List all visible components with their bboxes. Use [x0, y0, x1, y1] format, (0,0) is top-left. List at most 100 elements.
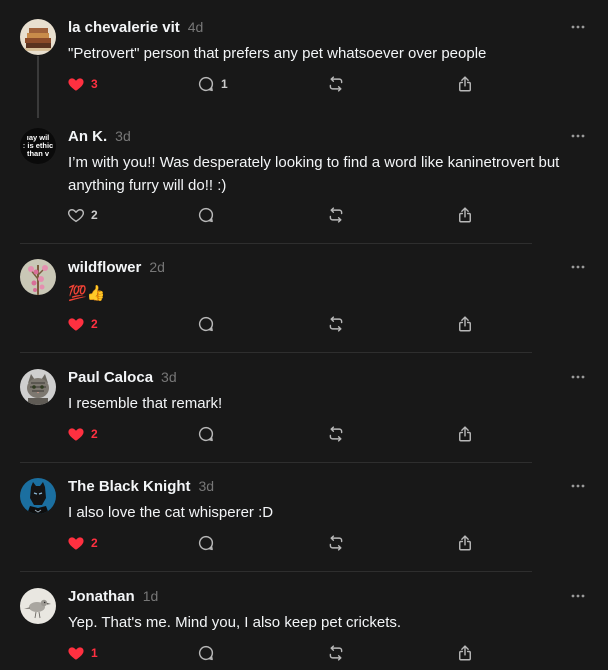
- action-bar: 2: [60, 203, 580, 227]
- heart-icon: [67, 206, 85, 224]
- reply-text: 💯👍: [68, 285, 106, 302]
- share-icon: [456, 75, 474, 93]
- repost-button[interactable]: [327, 72, 345, 96]
- heart-icon: [67, 315, 85, 333]
- comment-icon: [197, 206, 215, 224]
- like-button[interactable]: 2: [67, 422, 98, 446]
- reply-text: I resemble that remark!: [68, 395, 223, 412]
- action-bar: 2: [60, 312, 580, 336]
- share-icon: [456, 315, 474, 333]
- repost-button[interactable]: [327, 531, 345, 555]
- thread-connector-line: [37, 56, 39, 118]
- username[interactable]: Jonathan: [68, 588, 135, 605]
- reply-header: The Black Knight 3d: [68, 478, 214, 500]
- action-bar: 2: [60, 531, 580, 555]
- avatar[interactable]: [20, 369, 56, 405]
- reply-header: Paul Caloca 3d: [68, 369, 177, 391]
- reply-divider: [20, 243, 532, 244]
- like-count: 2: [91, 427, 98, 441]
- avatar[interactable]: [20, 19, 56, 55]
- action-bar: 3 1: [60, 72, 580, 96]
- username[interactable]: An K.: [68, 128, 107, 145]
- heart-icon: [67, 644, 85, 662]
- share-button[interactable]: [456, 531, 474, 555]
- like-button[interactable]: 3: [67, 72, 98, 96]
- username[interactable]: Paul Caloca: [68, 369, 153, 386]
- more-options-icon[interactable]: [570, 478, 586, 494]
- avatar[interactable]: [20, 478, 56, 514]
- repost-icon: [327, 206, 345, 224]
- more-options-icon[interactable]: [570, 19, 586, 35]
- comment-icon: [197, 425, 215, 443]
- more-options-icon[interactable]: [570, 369, 586, 385]
- comment-count: 1: [221, 77, 228, 91]
- share-icon: [456, 534, 474, 552]
- comment-button[interactable]: [197, 531, 221, 555]
- reply-divider: [20, 462, 532, 463]
- username[interactable]: wildflower: [68, 259, 141, 276]
- timestamp[interactable]: 3d: [161, 369, 177, 385]
- reply-text: I’m with you!! Was desperately looking t…: [68, 154, 560, 194]
- repost-button[interactable]: [327, 422, 345, 446]
- reply-header: la chevalerie vit 4d: [68, 19, 203, 41]
- heart-icon: [67, 425, 85, 443]
- like-count: 2: [91, 208, 98, 222]
- repost-icon: [327, 425, 345, 443]
- avatar[interactable]: [20, 259, 56, 295]
- more-options-icon[interactable]: [570, 128, 586, 144]
- timestamp[interactable]: 2d: [149, 259, 165, 275]
- heart-icon: [67, 534, 85, 552]
- reply-divider: [20, 352, 532, 353]
- share-icon: [456, 644, 474, 662]
- comment-icon: [197, 534, 215, 552]
- more-options-icon[interactable]: [570, 259, 586, 275]
- username[interactable]: la chevalerie vit: [68, 19, 180, 36]
- reply-header: wildflower 2d: [68, 259, 165, 281]
- action-bar: 2: [60, 422, 580, 446]
- like-count: 2: [91, 536, 98, 550]
- timestamp[interactable]: 4d: [188, 19, 204, 35]
- comment-button[interactable]: [197, 422, 221, 446]
- repost-icon: [327, 75, 345, 93]
- reply-divider: [20, 571, 532, 572]
- comment-button[interactable]: 1: [197, 72, 228, 96]
- like-button[interactable]: 1: [67, 641, 98, 665]
- reply-text: "Petrovert" person that prefers any pet …: [68, 45, 487, 62]
- share-button[interactable]: [456, 641, 474, 665]
- action-bar: 1: [60, 641, 580, 665]
- avatar[interactable]: [20, 588, 56, 624]
- reply-header: Jonathan 1d: [68, 588, 158, 610]
- reply-text: Yep. That's me. Mind you, I also keep pe…: [68, 614, 402, 631]
- like-count: 3: [91, 77, 98, 91]
- timestamp[interactable]: 1d: [143, 588, 159, 604]
- comment-button[interactable]: [197, 641, 221, 665]
- comment-icon: [197, 75, 215, 93]
- share-button[interactable]: [456, 72, 474, 96]
- reply-text: I also love the cat whisperer :D: [68, 504, 274, 521]
- comment-button[interactable]: [197, 203, 221, 227]
- timestamp[interactable]: 3d: [199, 478, 215, 494]
- timestamp[interactable]: 3d: [115, 128, 131, 144]
- share-button[interactable]: [456, 203, 474, 227]
- like-button[interactable]: 2: [67, 203, 98, 227]
- share-button[interactable]: [456, 422, 474, 446]
- repost-icon: [327, 534, 345, 552]
- replies-thread: la chevalerie vit 4d "Petrovert" person …: [0, 0, 608, 670]
- share-icon: [456, 425, 474, 443]
- like-count: 1: [91, 646, 98, 660]
- share-icon: [456, 206, 474, 224]
- avatar[interactable]: ıay wil ː is ethic than v: [20, 128, 56, 164]
- repost-button[interactable]: [327, 312, 345, 336]
- share-button[interactable]: [456, 312, 474, 336]
- like-button[interactable]: 2: [67, 531, 98, 555]
- repost-button[interactable]: [327, 203, 345, 227]
- more-options-icon[interactable]: [570, 588, 586, 604]
- comment-icon: [197, 644, 215, 662]
- repost-button[interactable]: [327, 641, 345, 665]
- comment-button[interactable]: [197, 312, 221, 336]
- svg-text:than v: than v: [27, 149, 50, 158]
- like-count: 2: [91, 317, 98, 331]
- username[interactable]: The Black Knight: [68, 478, 191, 495]
- like-button[interactable]: 2: [67, 312, 98, 336]
- repost-icon: [327, 315, 345, 333]
